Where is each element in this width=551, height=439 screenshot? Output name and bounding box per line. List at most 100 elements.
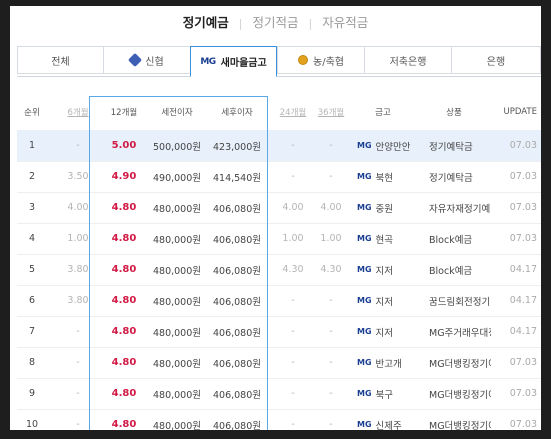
col-6m[interactable]: 6개월 xyxy=(63,100,93,124)
table-row[interactable]: 4 1.00 4.80 480,000원 406,080원 1.00 1.00 MG 현곡 Blo… xyxy=(17,223,541,254)
cell-product[interactable]: MG주거래우대정… xyxy=(429,316,491,347)
tab-savings-bank[interactable]: 저축은행 xyxy=(364,46,451,74)
col-24m[interactable]: 24개월 xyxy=(275,100,311,124)
cell-6m: 1.00 xyxy=(67,233,89,244)
cell-12m-rate: 4.80 xyxy=(111,233,137,244)
cell-36m: 4.30 xyxy=(320,264,342,275)
tab-label: 은행 xyxy=(486,56,506,68)
cell-24m: - xyxy=(291,171,295,182)
table-row[interactable]: 8 - 4.80 480,000원 406,080원 - - MG반고개 MG더뱅킹정기예금 07… xyxy=(17,347,541,378)
table-row[interactable]: 5 3.80 4.80 480,000원 406,080원 4.30 4.30 MG 지저 Blo… xyxy=(17,254,541,285)
cell-6m: - xyxy=(76,357,80,368)
cell-product[interactable]: 자유자재정기예… xyxy=(429,192,491,223)
cell-posttax: 406,080원 xyxy=(212,234,262,246)
table-row[interactable]: 1 - 5.00 500,000원 423,000원 - - MG 안양만안 정기예탁금 07.03 xyxy=(17,130,541,161)
tab-label: 신협 xyxy=(145,56,164,68)
cell-product[interactable]: MG더뱅킹정기예금 xyxy=(429,347,491,378)
cell-24m: - xyxy=(291,419,295,430)
tab-shinhyup[interactable]: 신협 xyxy=(103,46,190,74)
cell-24m: - xyxy=(291,140,295,151)
tab-label: 저축은행 xyxy=(389,56,427,68)
cell-6m: - xyxy=(76,326,80,337)
tab-bank[interactable]: 은행 xyxy=(451,46,541,74)
tab-saemaul[interactable]: MG 새마을금고 xyxy=(190,46,277,77)
nh-coin-icon xyxy=(298,55,308,65)
tab-all[interactable]: 전체 xyxy=(17,46,103,74)
cell-posttax: 406,080원 xyxy=(212,389,262,401)
table-row[interactable]: 3 4.00 4.80 480,000원 406,080원 4.00 4.00 MG 중원 자유자… xyxy=(17,192,541,223)
table-row[interactable]: 7 - 4.80 480,000원 406,080원 - - MG지저 MG주거래우대정… 04.… xyxy=(17,316,541,347)
bank-name: 지저 xyxy=(375,327,394,339)
tab-nonghyup[interactable]: 농/축협 xyxy=(277,46,364,74)
cell-pretax: 500,000원 xyxy=(152,141,202,153)
bank-name: 반고개 xyxy=(375,358,402,370)
cell-rank: 7 xyxy=(28,326,36,337)
cell-update: 07.03 xyxy=(509,233,537,244)
cell-pretax: 480,000원 xyxy=(152,327,202,339)
cell-36m: - xyxy=(329,140,333,151)
cell-update: 07.03 xyxy=(509,202,537,213)
cell-bank: MG 북현 xyxy=(357,161,419,192)
cell-posttax: 406,080원 xyxy=(212,420,262,431)
tab-installment-savings[interactable]: 정기적금 xyxy=(252,15,298,30)
cell-24m: - xyxy=(291,295,295,306)
cell-36m: - xyxy=(329,295,333,306)
col-12m[interactable]: 12개월 xyxy=(99,100,149,124)
cell-36m: - xyxy=(329,357,333,368)
cell-36m: - xyxy=(329,171,333,182)
cell-product[interactable]: 정기예탁금 xyxy=(429,161,491,192)
mg-logo-icon: MG xyxy=(357,296,372,305)
cell-product[interactable]: Block예금 xyxy=(429,254,491,285)
cell-product[interactable]: Block예금 xyxy=(429,223,491,254)
cell-update: 04.17 xyxy=(509,326,537,337)
col-bank[interactable]: 금고 xyxy=(357,100,409,124)
bank-name: 신제주 xyxy=(375,420,402,431)
cell-24m: - xyxy=(291,357,295,368)
cell-update: 04.17 xyxy=(509,295,537,306)
cell-update: 07.03 xyxy=(509,171,537,182)
cell-12m-rate: 4.80 xyxy=(111,419,137,430)
mg-logo-icon: MG xyxy=(357,141,372,150)
tab-label: 새마을금고 xyxy=(220,58,267,69)
cell-product[interactable]: MG더뱅킹정기예금 xyxy=(429,409,491,431)
bank-name: 북구 xyxy=(375,389,394,401)
cell-6m: 3.80 xyxy=(67,264,89,275)
table-header: 순위 6개월 12개월 세전이자 세후이자 24개월 36개월 금고 상품 UP… xyxy=(17,100,541,124)
cell-rank: 4 xyxy=(28,233,36,244)
cell-pretax: 480,000원 xyxy=(152,420,202,431)
mg-logo-icon: MG xyxy=(200,56,216,67)
col-36m[interactable]: 36개월 xyxy=(313,100,349,124)
cell-rank: 5 xyxy=(28,264,36,275)
cell-24m: 1.00 xyxy=(282,233,304,244)
col-pretax[interactable]: 세전이자 xyxy=(149,100,205,124)
tab-label: 농/축협 xyxy=(313,56,344,68)
tab-label: 전체 xyxy=(51,56,70,68)
cell-product[interactable]: 정기예탁금 xyxy=(429,130,491,161)
cell-pretax: 480,000원 xyxy=(152,296,202,308)
tab-time-deposit[interactable]: 정기예금 xyxy=(183,15,229,30)
cell-posttax: 406,080원 xyxy=(212,327,262,339)
cell-bank: MG 지저 xyxy=(357,254,419,285)
cell-36m: 1.00 xyxy=(320,233,342,244)
cell-bank: MG 지저 xyxy=(357,316,419,347)
cell-posttax: 406,080원 xyxy=(212,296,262,308)
col-posttax[interactable]: 세후이자 xyxy=(207,100,267,124)
cell-update: 07.03 xyxy=(509,140,537,151)
table-row[interactable]: 10 - 4.80 480,000원 406,080원 - - MG신제주 MG더뱅킹정기예금 0… xyxy=(17,409,541,430)
col-product[interactable]: 상품 xyxy=(419,100,489,124)
cell-12m-rate: 4.80 xyxy=(111,264,137,275)
cell-product[interactable]: MG더뱅킹정기예금 xyxy=(429,378,491,409)
cell-product[interactable]: 꿈드림회전정기… xyxy=(429,285,491,316)
tab-divider: | xyxy=(238,17,243,30)
cell-36m: - xyxy=(329,326,333,337)
tab-free-savings[interactable]: 자유적금 xyxy=(322,15,368,30)
col-rank[interactable]: 순위 xyxy=(17,100,47,124)
table-row[interactable]: 6 3.80 4.80 480,000원 406,080원 - - MG지저 꿈드림회전정기… 0… xyxy=(17,285,541,316)
table-row[interactable]: 2 3.50 4.90 490,000원 414,540원 - - MG 북현 정기예탁금 07.0… xyxy=(17,161,541,192)
cell-24m: 4.00 xyxy=(282,202,304,213)
bank-name: 북현 xyxy=(375,172,394,184)
table-row[interactable]: 9 - 4.80 480,000원 406,080원 - - MG북구 MG더뱅킹정기예금 07.… xyxy=(17,378,541,409)
col-update[interactable]: UPDATE xyxy=(487,100,537,124)
cell-pretax: 480,000원 xyxy=(152,358,202,370)
mg-logo-icon: MG xyxy=(357,420,372,429)
